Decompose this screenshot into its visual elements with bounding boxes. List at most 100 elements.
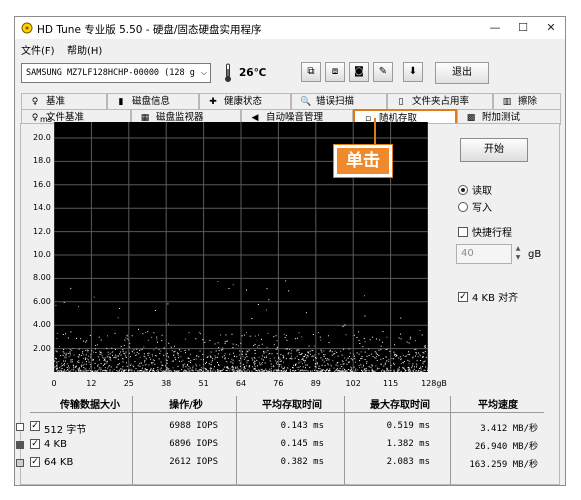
quick-stroke-checkbox[interactable]: [458, 226, 468, 237]
options-icon[interactable]: ✎: [373, 62, 393, 82]
scatter-point: [137, 365, 139, 367]
scatter-point: [112, 351, 114, 353]
row-checkbox[interactable]: ✓: [30, 457, 40, 467]
scatter-point: [253, 368, 255, 369]
scatter-point: [204, 341, 206, 343]
tab-benchmark[interactable]: ♀ 基准: [21, 93, 107, 109]
scatter-point: [188, 361, 190, 363]
scatter-point: [232, 366, 233, 368]
write-option[interactable]: 写入: [458, 199, 492, 214]
scatter-point: [334, 370, 336, 372]
scatter-point: [90, 370, 92, 372]
row-checkbox[interactable]: ✓: [30, 439, 40, 449]
scatter-point: [59, 367, 61, 369]
tab-erase[interactable]: ▥ 擦除: [493, 93, 561, 109]
quick-stroke-option[interactable]: 快捷行程: [458, 224, 512, 239]
close-button[interactable]: ✕: [537, 19, 565, 37]
tab-disk-info[interactable]: ▮ 磁盘信息: [107, 93, 199, 109]
scatter-point: [236, 370, 238, 372]
drive-select[interactable]: SAMSUNG MZ7LF128HCHP-00000 (128 g ⌵: [21, 63, 211, 83]
tab-health[interactable]: ✚ 健康状态: [199, 93, 291, 109]
scatter-point: [284, 337, 286, 339]
scatter-point: [161, 364, 163, 366]
header-divider: [30, 412, 544, 413]
scatter-point: [152, 359, 154, 361]
row-avg: 0.382 ms: [280, 457, 324, 467]
scatter-point: [407, 359, 409, 361]
scatter-point: [226, 367, 228, 369]
scatter-point: [318, 365, 320, 367]
scatter-point: [157, 369, 159, 370]
scatter-point: [66, 363, 68, 365]
exit-button[interactable]: 退出: [435, 62, 489, 84]
start-button[interactable]: 开始: [460, 138, 528, 162]
scatter-point: [184, 338, 186, 340]
scatter-point: [182, 366, 184, 368]
legend-swatch: [16, 441, 24, 449]
scatter-point: [396, 370, 398, 372]
scatter-point: [136, 354, 138, 356]
scatter-point: [151, 362, 152, 364]
write-radio[interactable]: [458, 201, 468, 212]
scatter-point: [286, 369, 288, 371]
scatter-point: [247, 369, 249, 371]
copy-image-icon[interactable]: ⧈: [325, 62, 345, 82]
scatter-point: [309, 353, 311, 355]
scatter-point: [158, 349, 160, 351]
scatter-point: [70, 287, 72, 289]
scatter-point: [385, 349, 387, 350]
save-icon[interactable]: ⬇: [403, 62, 423, 82]
scatter-point: [226, 361, 228, 363]
scatter-point: [139, 349, 140, 351]
scatter-point: [106, 362, 108, 364]
scatter-point: [252, 366, 253, 368]
tab-error-scan[interactable]: 🔍 错误扫描: [291, 93, 387, 109]
scatter-point: [55, 366, 57, 367]
maximize-button[interactable]: ☐: [509, 19, 537, 37]
scatter-point: [416, 364, 418, 366]
minimize-button[interactable]: —: [481, 19, 509, 37]
scatter-point: [278, 357, 280, 359]
align-4kb-checkbox[interactable]: ✓: [458, 291, 468, 302]
scatter-point: [122, 358, 124, 360]
scatter-point: [380, 363, 382, 365]
scatter-point: [404, 370, 406, 372]
scatter-point: [166, 352, 168, 354]
scatter-point: [402, 367, 404, 369]
scatter-point: [235, 366, 237, 368]
scatter-point: [179, 349, 181, 351]
quick-stroke-input[interactable]: 40: [456, 244, 512, 264]
scatter-point: [82, 351, 84, 353]
scatter-point: [158, 358, 160, 360]
align-4kb-option[interactable]: ✓ 4 KB 对齐: [458, 289, 518, 304]
scatter-point: [238, 354, 240, 356]
scatter-point: [65, 353, 67, 355]
scatter-point: [200, 367, 202, 369]
scatter-point: [350, 366, 352, 368]
scatter-point: [302, 358, 304, 360]
stepper-arrows-icon[interactable]: ▲ ▼: [512, 244, 524, 264]
menu-file[interactable]: 文件(F): [21, 42, 55, 57]
tab-folder-usage[interactable]: ▯ 文件夹占用率: [387, 93, 493, 109]
screenshot-icon[interactable]: ◙: [349, 62, 369, 82]
read-option[interactable]: 读取: [458, 182, 492, 197]
scatter-point: [358, 365, 360, 367]
scatter-point: [242, 355, 244, 357]
scatter-point: [149, 370, 150, 372]
scatter-point: [343, 363, 345, 365]
scatter-point: [132, 365, 134, 367]
scatter-point: [120, 368, 122, 370]
scatter-point: [275, 362, 277, 364]
copy-text-icon[interactable]: ⧉: [301, 62, 321, 82]
scatter-point: [119, 308, 121, 309]
menu-help[interactable]: 帮助(H): [67, 42, 102, 57]
scatter-point: [75, 366, 77, 368]
scatter-point: [119, 351, 121, 353]
row-checkbox[interactable]: ✓: [30, 421, 40, 431]
scatter-point: [259, 362, 261, 364]
scatter-point: [234, 370, 236, 372]
scatter-point: [97, 364, 99, 366]
scatter-point: [281, 366, 283, 368]
scatter-point: [298, 362, 300, 364]
read-radio[interactable]: [458, 184, 468, 195]
